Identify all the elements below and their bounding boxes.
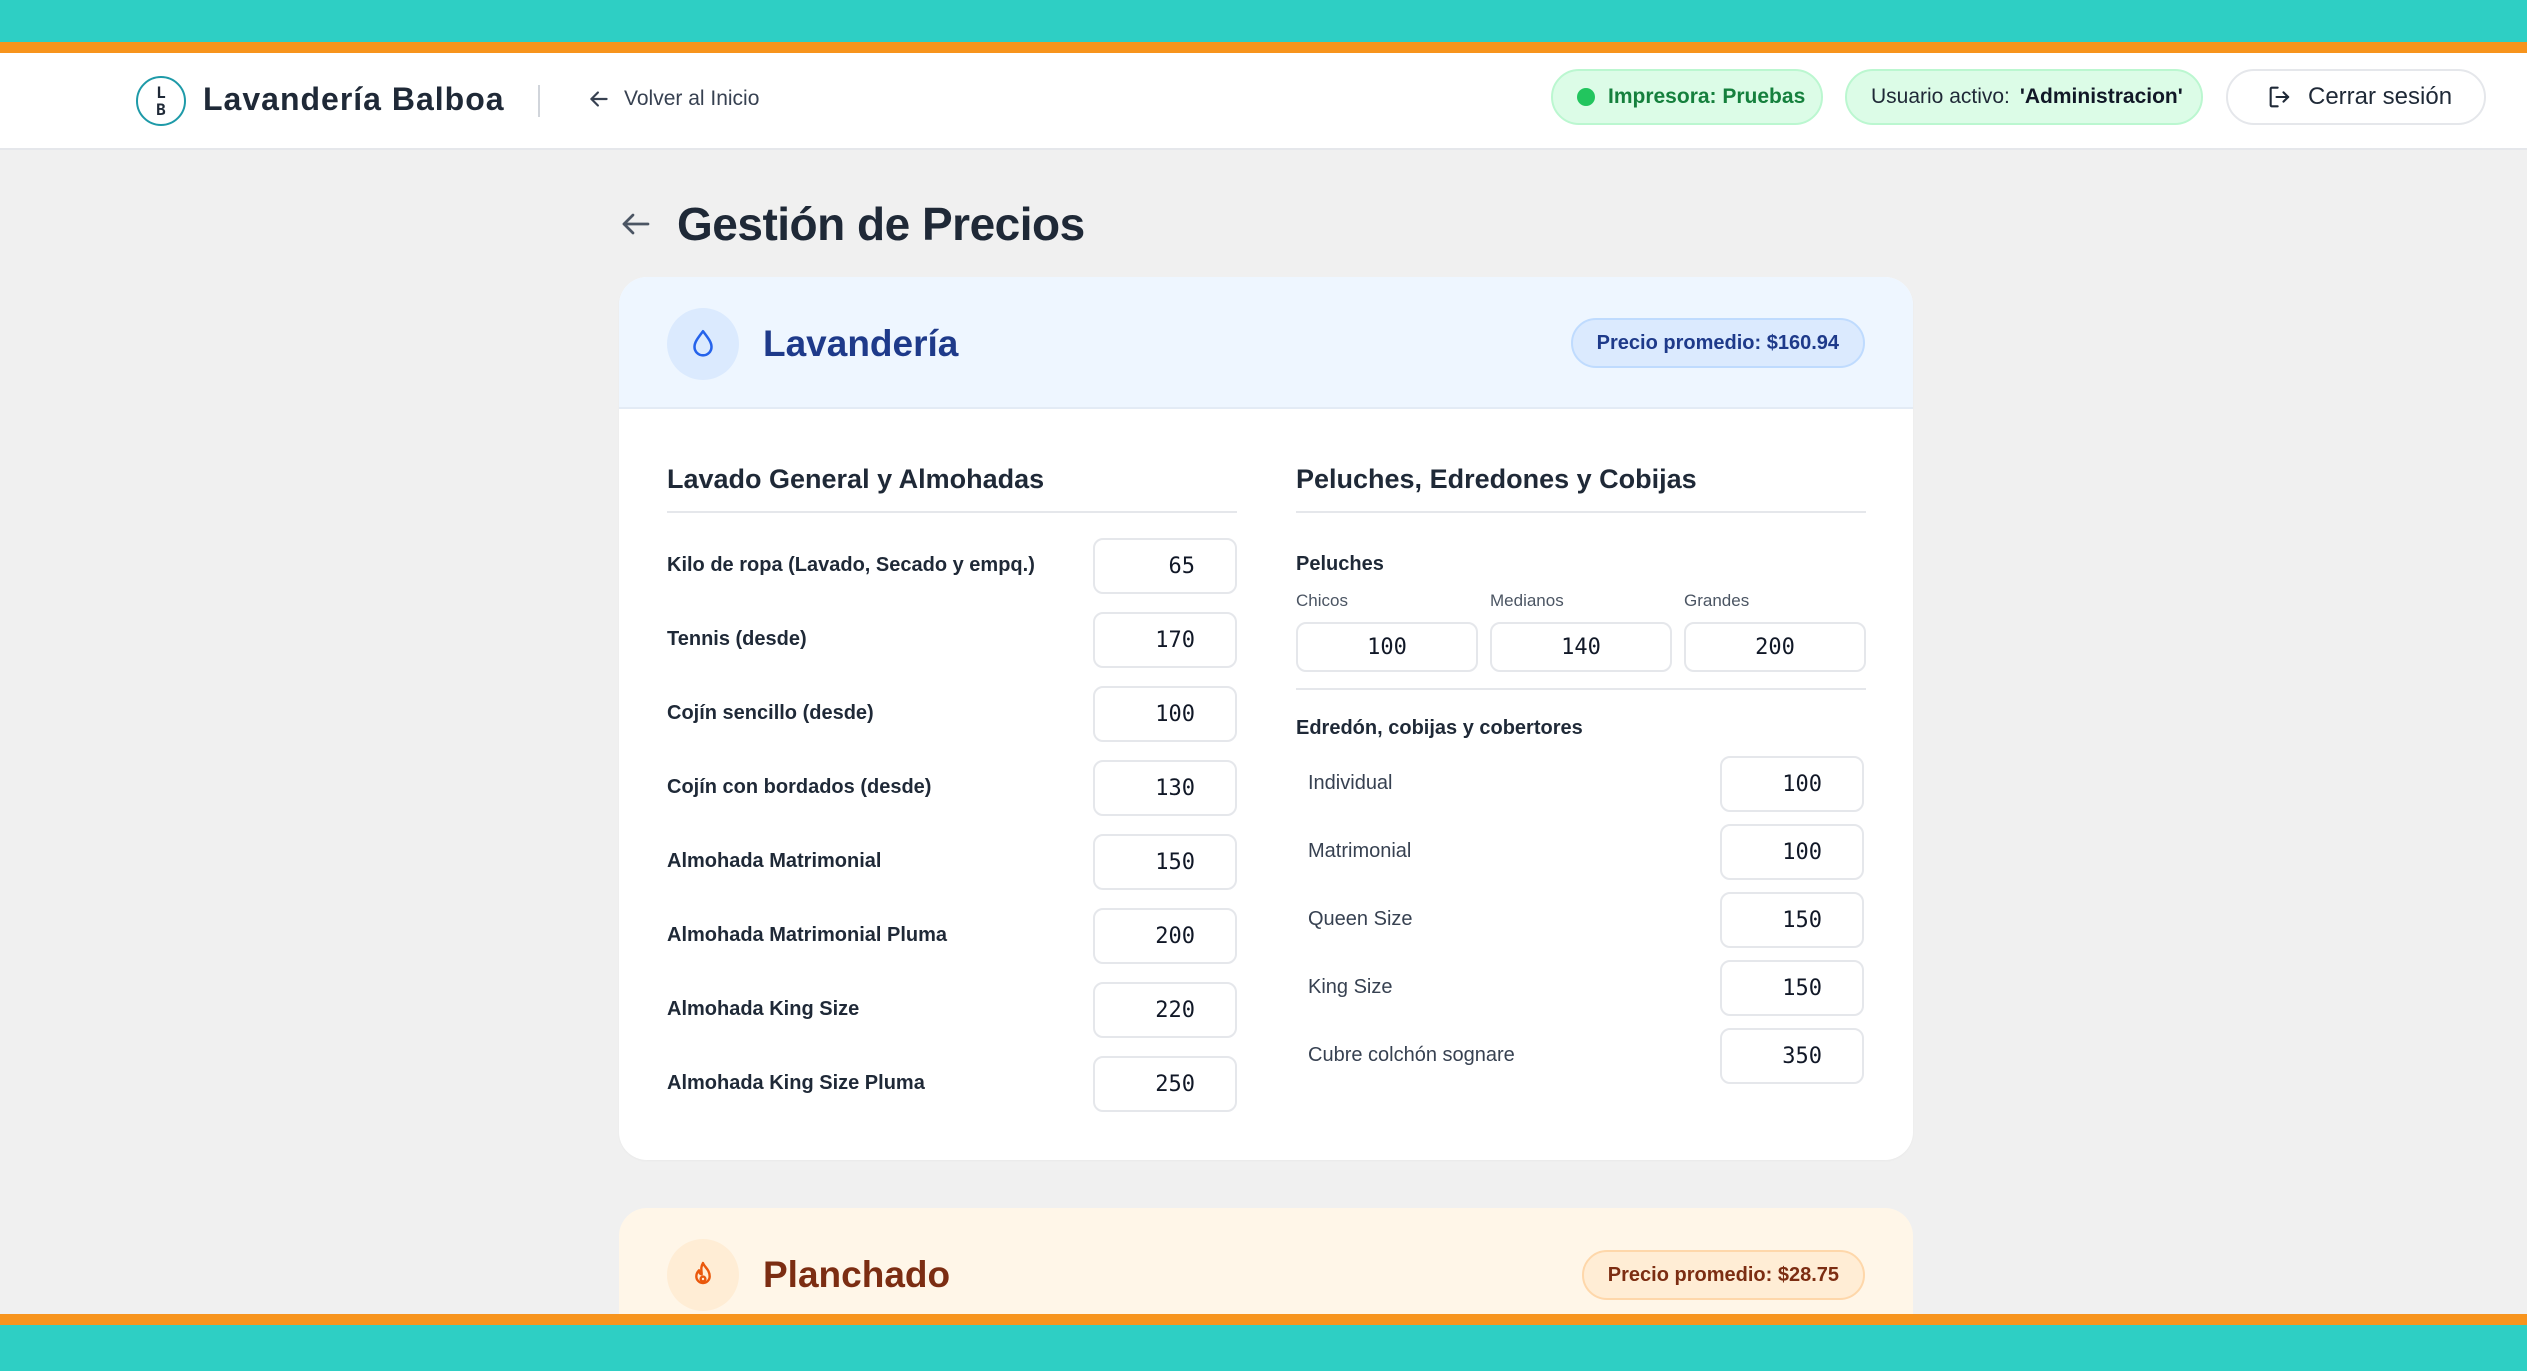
price-input-almohada-king-pluma[interactable] (1093, 1056, 1237, 1112)
price-input-edredon-king[interactable] (1720, 960, 1864, 1016)
peluches-section-divider (1296, 511, 1866, 513)
printer-status-badge: Impresora: Pruebas (1551, 69, 1823, 125)
size-label-medianos: Medianos (1490, 591, 1564, 610)
flame-icon (667, 1239, 739, 1311)
price-input-edredon-queen[interactable] (1720, 892, 1864, 948)
planchado-card: Planchado Precio promedio: $28.75 (619, 1208, 1913, 1314)
brand-logo-icon: L B (136, 76, 186, 126)
lavanderia-title: Lavandería (763, 323, 959, 364)
price-input-cojin-bordados[interactable] (1093, 760, 1237, 816)
status-dot-icon (1577, 88, 1595, 106)
app-header: L B Lavandería Balboa Volver al Inicio I… (0, 53, 2527, 150)
price-input-edredon-individual[interactable] (1720, 756, 1864, 812)
general-item-label: Cojín con bordados (desde) (667, 776, 932, 798)
active-user-name: 'Administracion' (2019, 85, 2183, 108)
printer-status-label: Impresora: Pruebas (1608, 85, 1806, 108)
general-item-label: Almohada Matrimonial (667, 850, 882, 872)
edredon-item-label: Individual (1308, 772, 1393, 794)
peluches-divider (1296, 688, 1866, 690)
general-item-label: Kilo de ropa (Lavado, Secado y empq.) (667, 554, 1035, 576)
planchado-title: Planchado (763, 1254, 951, 1295)
active-user-badge: Usuario activo: 'Administracion' (1845, 69, 2203, 125)
general-item-label: Tennis (desde) (667, 628, 807, 650)
arrow-left-icon (590, 91, 608, 107)
price-input-peluche-chico[interactable] (1296, 622, 1478, 672)
lavanderia-card-header: Lavandería Precio promedio: $160.94 (619, 277, 1913, 409)
bottom-color-band (0, 1325, 2527, 1371)
bottom-accent-stripe (0, 1314, 2527, 1325)
edredon-item-label: Cubre colchón sognare (1308, 1044, 1515, 1066)
header-divider (538, 85, 540, 117)
logo-letter-bottom: B (156, 100, 166, 119)
page-title: Gestión de Precios (677, 198, 1085, 250)
logout-icon (2269, 86, 2290, 108)
top-color-band (0, 0, 2527, 42)
edredon-item-label: Queen Size (1308, 908, 1413, 930)
top-accent-stripe (0, 42, 2527, 53)
general-item-label: Almohada King Size (667, 998, 860, 1020)
price-input-almohada-matrimonial[interactable] (1093, 834, 1237, 890)
price-input-cubre-colchon[interactable] (1720, 1028, 1864, 1084)
back-home-label: Volver al Inicio (624, 87, 760, 110)
water-drop-icon (667, 308, 739, 380)
edredon-item-label: King Size (1308, 976, 1393, 998)
peluches-subheading: Peluches (1296, 553, 1384, 575)
general-section-title: Lavado General y Almohadas (667, 464, 1045, 494)
price-input-almohada-matrimonial-pluma[interactable] (1093, 908, 1237, 964)
brand-name: Lavandería Balboa (203, 81, 505, 117)
price-input-almohada-king[interactable] (1093, 982, 1237, 1038)
price-input-tennis[interactable] (1093, 612, 1237, 668)
price-input-cojin-sencillo[interactable] (1093, 686, 1237, 742)
price-input-edredon-matrimonial[interactable] (1720, 824, 1864, 880)
planchado-average-badge: Precio promedio: $28.75 (1581, 1250, 1865, 1300)
general-item-label: Almohada King Size Pluma (667, 1072, 925, 1094)
peluches-section-title: Peluches, Edredones y Cobijas (1296, 464, 1697, 494)
general-section-divider (667, 511, 1237, 513)
logo-letter-top: L (156, 83, 166, 102)
logout-label: Cerrar sesión (2308, 83, 2453, 110)
lavanderia-average-badge: Precio promedio: $160.94 (1570, 318, 1865, 368)
general-item-label: Almohada Matrimonial Pluma (667, 924, 948, 946)
edredon-item-label: Matrimonial (1308, 840, 1412, 862)
price-input-peluche-grande[interactable] (1684, 622, 1866, 672)
page-back-arrow-icon[interactable] (618, 206, 654, 242)
price-input-kilo-ropa[interactable] (1093, 538, 1237, 594)
edredon-subheading: Edredón, cobijas y cobertores (1296, 717, 1583, 739)
size-label-grandes: Grandes (1684, 591, 1750, 610)
price-input-peluche-mediano[interactable] (1490, 622, 1672, 672)
back-home-link[interactable]: Volver al Inicio (586, 86, 759, 112)
lavanderia-card: Lavandería Precio promedio: $160.94 Lava… (619, 277, 1913, 1160)
active-user-label: Usuario activo: (1871, 85, 2010, 108)
size-label-chicos: Chicos (1296, 591, 1348, 610)
general-item-label: Cojín sencillo (desde) (667, 702, 874, 724)
logout-button[interactable]: Cerrar sesión (2226, 69, 2486, 125)
